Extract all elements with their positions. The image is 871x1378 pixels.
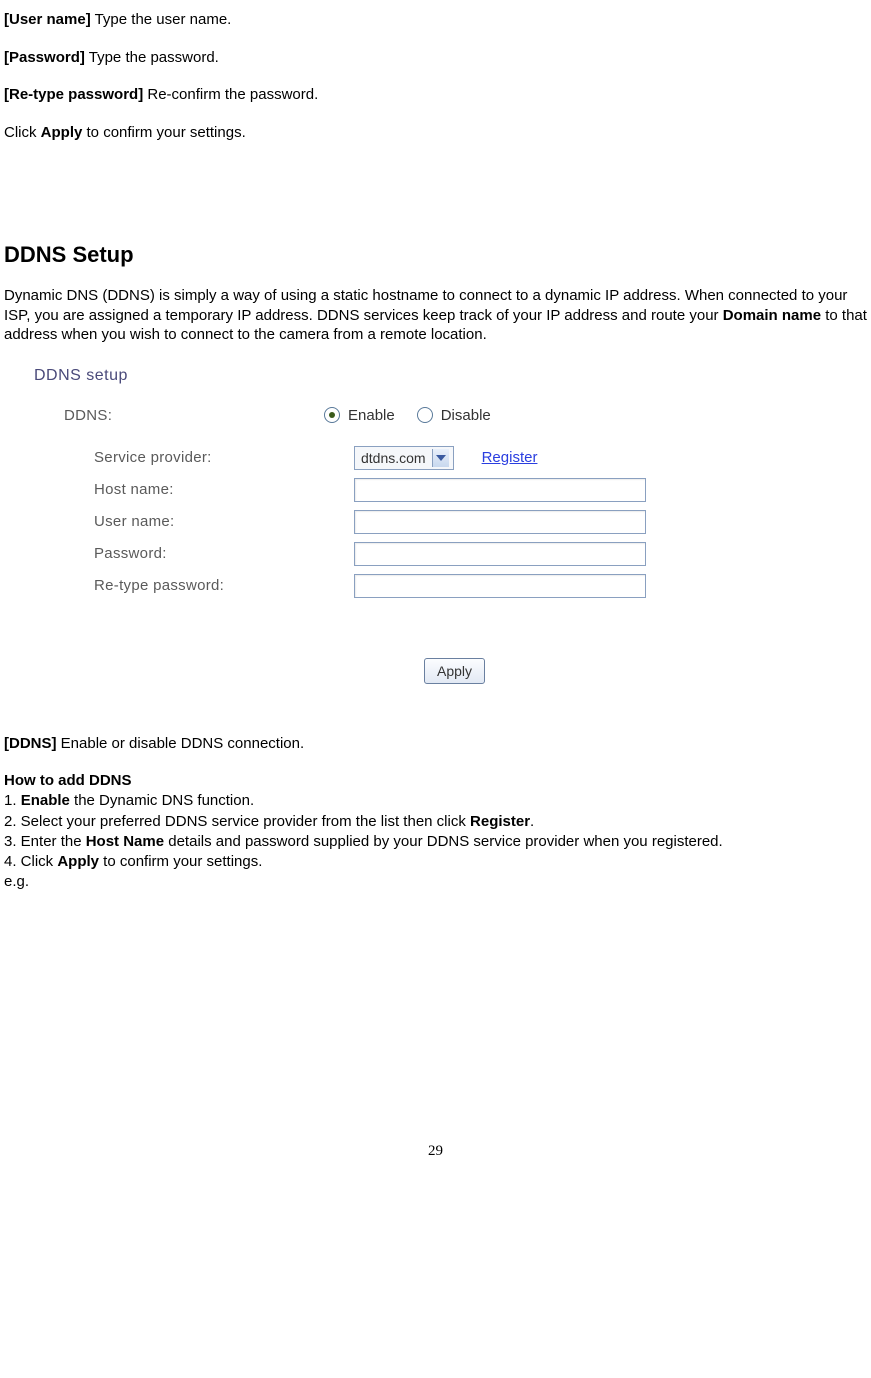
intro-part1: Dynamic DNS (DDNS) is simply a way of us… [4,287,847,324]
service-provider-select[interactable]: dtdns.com [354,446,454,470]
user-name-label: User name: [34,513,354,530]
step-2: 2. Select your preferred DDNS service pr… [4,812,867,832]
ddns-desc: [DDNS] Enable or disable DDNS connection… [4,734,867,754]
click-suffix: to confirm your settings. [82,124,245,141]
service-provider-label: Service provider: [34,449,354,466]
enable-label: Enable [348,407,395,424]
chevron-down-icon [432,449,449,467]
section-title: DDNS Setup [4,242,867,268]
username-desc: [User name] Type the user name. [4,10,867,30]
retype-password-label: Re-type password: [34,577,354,594]
disable-radio[interactable] [417,407,433,423]
apply-word: Apply [41,124,83,141]
click-apply-line: Click Apply to confirm your settings. [4,123,867,143]
ddns-desc-text: Enable or disable DDNS connection. [57,735,305,752]
retype-password-input[interactable] [354,574,646,598]
retype-desc: [Re-type password] Re-confirm the passwo… [4,85,867,105]
intro-paragraph: Dynamic DNS (DDNS) is simply a way of us… [4,286,867,345]
page-number: 29 [4,1143,867,1160]
ddns-bold-label: [DDNS] [4,735,57,752]
password-field-label: Password: [34,545,354,562]
step-4: 4. Click Apply to confirm your settings. [4,852,867,872]
eg-line: e.g. [4,872,867,892]
host-name-label: Host name: [34,481,354,498]
domain-name-bold: Domain name [723,307,821,324]
user-name-input[interactable] [354,510,646,534]
disable-label: Disable [441,407,491,424]
password-desc: [Password] Type the password. [4,48,867,68]
service-provider-value: dtdns.com [361,450,426,466]
retype-text: Re-confirm the password. [143,86,318,103]
username-label: [User name] [4,11,91,28]
ddns-screenshot: DDNS setup DDNS: Enable Disable Service … [34,367,714,684]
password-label: [Password] [4,49,85,66]
host-name-input[interactable] [354,478,646,502]
password-text: Type the password. [85,49,219,66]
step-1: 1. Enable the Dynamic DNS function. [4,791,867,811]
register-link[interactable]: Register [482,449,538,466]
retype-label: [Re-type password] [4,86,143,103]
how-to-add-ddns: How to add DDNS 1. Enable the Dynamic DN… [4,771,867,893]
screenshot-title: DDNS setup [34,367,714,385]
click-prefix: Click [4,124,41,141]
enable-radio[interactable] [324,407,340,423]
password-input[interactable] [354,542,646,566]
username-text: Type the user name. [91,11,232,28]
apply-button[interactable]: Apply [424,658,485,684]
how-heading: How to add DDNS [4,771,867,791]
ddns-label: DDNS: [34,407,324,424]
step-3: 3. Enter the Host Name details and passw… [4,832,867,852]
